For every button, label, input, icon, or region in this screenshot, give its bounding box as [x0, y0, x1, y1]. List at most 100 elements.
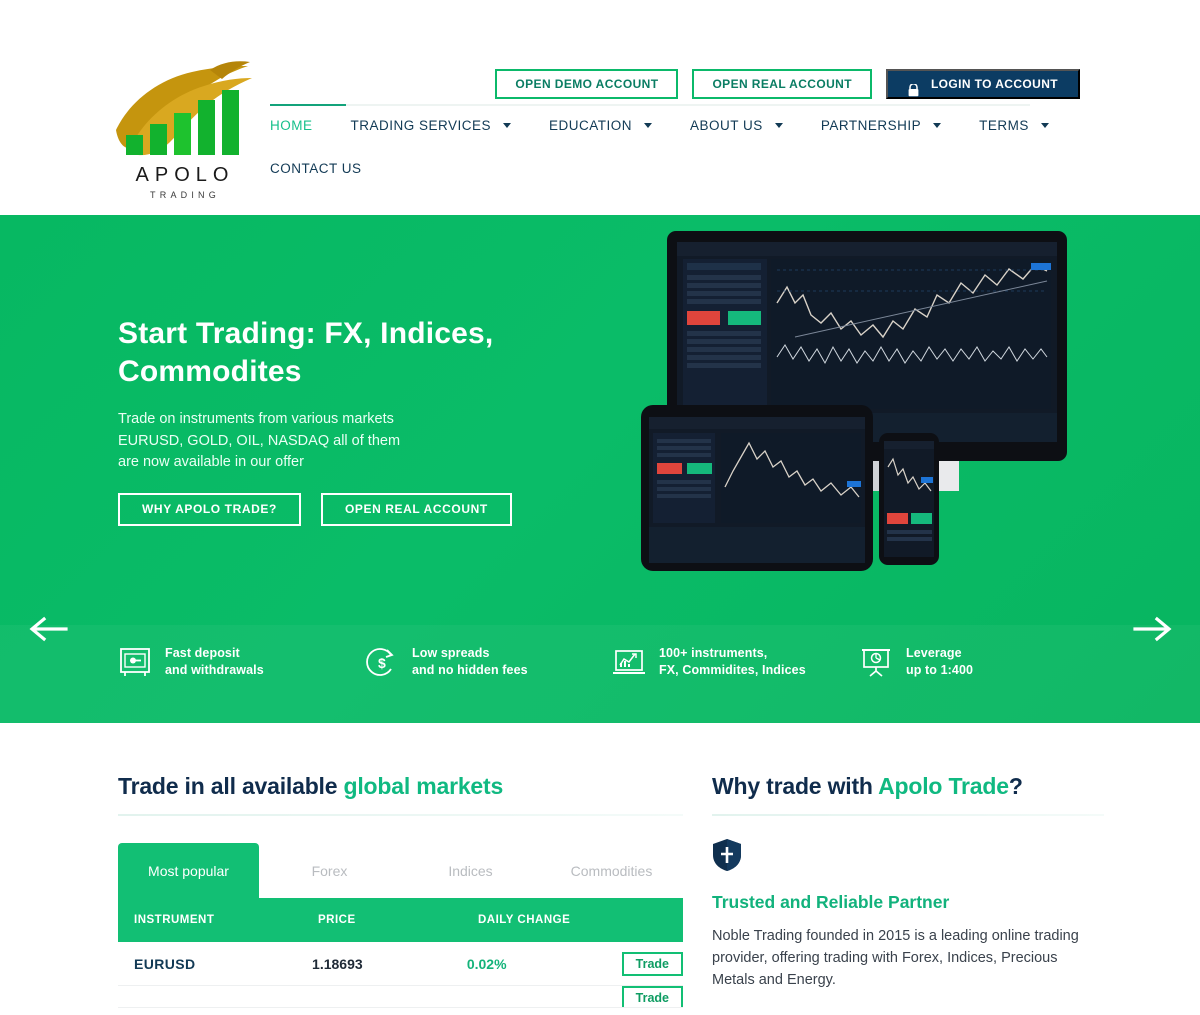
chevron-down-icon [774, 123, 783, 128]
nav-row-secondary: CONTACT US [270, 161, 1070, 176]
hero-subtitle-line: EURUSD, GOLD, OIL, NASDAQ all of them [118, 432, 401, 449]
cell-price: 1.18693 [312, 955, 363, 972]
hero-cta-group: WHY APOLO TRADE? OPEN REAL ACCOUNT [118, 493, 512, 526]
why-body-text: Noble Trading founded in 2015 is a leadi… [712, 928, 1079, 988]
hero-subtitle: Trade on instruments from various market… [118, 409, 538, 474]
cell-instrument: EURUSD [134, 955, 196, 972]
feature-line-1: Leverage [906, 646, 962, 660]
feature-list: Fast deposit and withdrawals $ Low sprea… [118, 645, 1108, 679]
nav-item-trading-services[interactable]: TRADING SERVICES [351, 118, 512, 133]
login-to-account-button[interactable]: LOGIN TO ACCOUNT [885, 69, 1080, 99]
markets-tabs: Most popular Forex Indices Commodities [118, 843, 683, 898]
logo-mark [116, 61, 252, 156]
feature-low-spreads: $ Low spreads and no hidden fees [365, 645, 612, 679]
hero-device-mockup-image [635, 225, 1075, 575]
feature-text: Fast deposit and withdrawals [165, 645, 264, 679]
feature-text: Low spreads and no hidden fees [412, 645, 528, 679]
why-apolo-trade-button[interactable]: WHY APOLO TRADE? [118, 493, 301, 526]
feature-line-1: 100+ instruments, [659, 646, 768, 660]
chevron-down-icon [644, 123, 653, 128]
feature-leverage: Leverage up to 1:400 [859, 645, 1106, 679]
hero-subtitle-line: Trade on instruments from various market… [118, 411, 394, 427]
why-heading: Trusted and Reliable Partner [712, 892, 950, 912]
feature-line-1: Low spreads [412, 646, 490, 660]
svg-text:$: $ [378, 655, 386, 671]
lower-content: Trade in all available global markets Mo… [0, 723, 1200, 1015]
table-row: EURUSD 1.18693 0.02% Trade [118, 942, 684, 986]
nav-item-contact-us[interactable]: CONTACT US [270, 161, 362, 176]
nav-item-label: CONTACT US [270, 161, 362, 176]
feature-instruments: 100+ instruments, FX, Commidites, Indice… [612, 645, 859, 679]
feature-line-1: Fast deposit [165, 646, 240, 660]
feature-line-2: and no hidden fees [412, 663, 528, 677]
open-real-account-button[interactable]: OPEN REAL ACCOUNT [692, 69, 872, 99]
markets-title-plain: Trade in all available [118, 773, 344, 799]
nav-item-label: PARTNERSHIP [820, 118, 922, 133]
tab-commodities[interactable]: Commodities [541, 843, 682, 898]
nav-item-about-us[interactable]: ABOUT US [690, 118, 783, 133]
column-header-price: PRICE [318, 914, 356, 926]
feature-line-2: FX, Commidites, Indices [659, 663, 806, 677]
cell-daily-change: 0.02% [466, 955, 507, 972]
table-row-partial: Trade [118, 986, 683, 1008]
tab-forex[interactable]: Forex [259, 843, 400, 898]
nav-item-home[interactable]: HOME [270, 118, 313, 133]
shield-icon [713, 839, 741, 871]
open-demo-account-button[interactable]: OPEN DEMO ACCOUNT [495, 69, 679, 99]
nav-item-label: TRADING SERVICES [350, 118, 492, 133]
presentation-icon [859, 646, 893, 678]
tab-indices[interactable]: Indices [400, 843, 541, 898]
why-section-title: Why trade with Apolo Trade? [712, 773, 1104, 800]
site-header: APOLO TRADING OPEN DEMO ACCOUNT OPEN REA… [0, 0, 1200, 215]
tab-most-popular[interactable]: Most popular [118, 843, 259, 898]
hero-subtitle-line: are now available in our offer [118, 454, 304, 470]
trade-button[interactable]: Trade [621, 951, 684, 976]
column-header-daily-change: DAILY CHANGE [478, 914, 571, 926]
markets-panel: Trade in all available global markets Mo… [118, 773, 684, 1008]
markets-title-accent: global markets [343, 773, 504, 799]
feature-text: Leverage up to 1:400 [906, 645, 973, 679]
why-trade-panel: Why trade with Apolo Trade? Trusted and … [712, 773, 1104, 991]
nav-item-label: ABOUT US [690, 118, 763, 133]
nav-row-primary: HOME TRADING SERVICES EDUCATION ABOUT US… [270, 118, 1070, 133]
page-root: APOLO TRADING OPEN DEMO ACCOUNT OPEN REA… [0, 0, 1200, 1015]
nav-item-label: TERMS [979, 118, 1029, 133]
safe-icon [118, 646, 152, 678]
login-button-label: LOGIN TO ACCOUNT [930, 77, 1058, 91]
hero-feature-strip: Fast deposit and withdrawals $ Low sprea… [0, 625, 1200, 723]
nav-item-education[interactable]: EDUCATION [549, 118, 653, 133]
feature-text: 100+ instruments, FX, Commidites, Indice… [659, 645, 806, 679]
nav-item-label: EDUCATION [549, 118, 633, 133]
cell-action: Trade [621, 951, 684, 976]
hero-title: Start Trading: FX, Indices, Commodites [118, 317, 494, 388]
chevron-down-icon [503, 123, 512, 128]
trade-button[interactable]: Trade [621, 986, 683, 1007]
chevron-down-icon [1040, 123, 1049, 128]
dollar-refresh-icon: $ [365, 646, 399, 678]
nav-item-label: HOME [270, 118, 313, 133]
why-title-divider [712, 814, 1104, 816]
chart-laptop-icon [612, 646, 646, 678]
logo-tagline: TRADING [150, 190, 220, 200]
why-title-accent: Apolo Trade [878, 773, 1009, 799]
why-title-suffix: ? [1008, 773, 1023, 799]
markets-title-divider [118, 814, 683, 816]
header-account-buttons: OPEN DEMO ACCOUNT OPEN REAL ACCOUNT LOGI… [495, 69, 1080, 99]
hero-carousel: Start Trading: FX, Indices, Commodites T… [0, 215, 1200, 723]
nav-active-underline [270, 104, 346, 106]
markets-section-title: Trade in all available global markets [118, 773, 683, 800]
logo-wordmark: APOLO [135, 164, 235, 186]
markets-table-header: INSTRUMENT PRICE DAILY CHANGE [118, 898, 683, 942]
hero-open-real-account-button[interactable]: OPEN REAL ACCOUNT [320, 493, 512, 526]
why-title-plain: Why trade with [712, 773, 879, 799]
nav-item-terms[interactable]: TERMS [979, 118, 1049, 133]
feature-line-2: and withdrawals [165, 663, 264, 677]
logo[interactable]: APOLO TRADING [110, 52, 260, 207]
feature-fast-deposit: Fast deposit and withdrawals [118, 645, 365, 679]
feature-line-2: up to 1:400 [906, 663, 974, 677]
why-icon-wrap [712, 838, 1104, 877]
nav-divider [270, 104, 1030, 106]
main-navigation: HOME TRADING SERVICES EDUCATION ABOUT US… [270, 118, 1070, 176]
chevron-down-icon [933, 123, 942, 128]
nav-item-partnership[interactable]: PARTNERSHIP [820, 118, 942, 133]
